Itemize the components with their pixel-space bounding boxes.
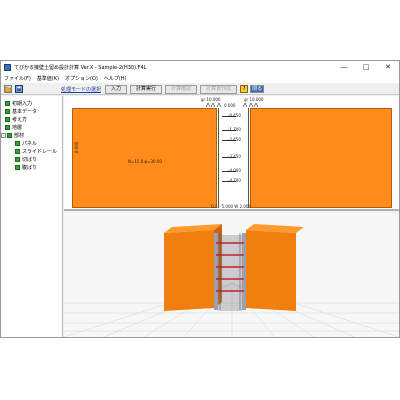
minimize-button[interactable]: — [333,61,355,73]
menu-options[interactable]: オプション(O) [65,75,98,82]
tree-item-label: 部材 [14,132,25,139]
tree-node-icon [7,132,12,138]
menu-bar: ファイル(F) 基準値(K) オプション(O) ヘルプ(H) [1,73,399,83]
tree-item-label: 切ばり [22,156,38,163]
tree-node-icon [15,148,20,154]
app-window: てびかる擁壁土留め設計計算 Ver.X - Sample-2(H30).F4L … [0,60,400,338]
navigation-tree: 初期入力 基本データ 考え方 地層 - 部材 パネル スライドレール 切ばり 腹… [1,96,63,337]
top-left-marker: gr 10.000 [201,97,221,102]
toolbar: 処理モードの選択 入力 計算実行 計算確認 計算書作成 ? 閉る [1,83,399,95]
tree-item-wale[interactable]: 腹ばり [1,163,62,171]
left-soil-block [72,108,217,208]
level-label: -2.450 [228,137,241,142]
tree-item-label: 腹ばり [22,164,38,171]
tree-item-slide-rail[interactable]: スライドレール [1,147,62,155]
3d-view[interactable] [64,213,399,337]
calc-confirm-button[interactable]: 計算確認 [165,84,198,94]
left-vertical-dimension: 8.000 [74,141,79,153]
tree-item-approach[interactable]: 考え方 [1,115,62,123]
app-icon [4,63,11,71]
tree-item-label: 初期入力 [12,100,33,107]
tree-node-icon [5,124,10,130]
menu-file[interactable]: ファイル(F) [4,75,31,82]
tree-node-icon [5,116,10,122]
title-bar[interactable]: てびかる擁壁土留め設計計算 Ver.X - Sample-2(H30).F4L … [1,61,399,73]
tree-node-icon [15,140,20,146]
level-label: -4.000 [228,168,241,173]
close-window-button[interactable]: ✕ [377,61,399,73]
level-label: -0.450 [228,113,241,118]
tree-item-label: パネル [22,140,38,147]
help-icon[interactable]: ? [240,85,249,93]
maximize-button[interactable]: □ [355,61,377,73]
window-title: てびかる擁壁土留め設計計算 Ver.X - Sample-2(H30).F4L [14,64,147,71]
level-label: -3.450 [228,154,241,159]
save-icon[interactable] [15,84,23,93]
right-soil-block [250,108,392,208]
trench-panels [214,233,246,311]
right-wall-line [248,108,249,208]
level-label: -4.700 [228,178,241,183]
tree-item-label: 地層 [12,124,23,131]
bottom-dimension-note: G.L. -5.000 W 2.000 [211,204,251,209]
close-mode-button[interactable]: 閉る [250,85,265,93]
tree-item-panel[interactable]: パネル [1,139,62,147]
tree-node-icon [15,164,20,170]
tree-item-initial-input[interactable]: 初期入力 [1,99,62,107]
left-wall-line [218,108,219,208]
open-file-icon[interactable] [4,84,12,93]
left-block-3d [164,224,222,311]
section-view[interactable]: gr 10.000 gr 10.000 0.000 8.000 N=15.0 φ… [64,96,399,211]
tree-node-icon [5,100,10,106]
top-right-marker: gr 10.000 [244,97,264,102]
tree-item-basic-data[interactable]: 基本データ [1,107,62,115]
collapse-icon[interactable]: - [1,132,6,138]
3d-scene [64,224,399,337]
menu-help[interactable]: ヘルプ(H) [104,75,127,82]
soil-parameter-note: N=15.0 φ=30.00 [128,159,162,164]
mode-select-label[interactable]: 処理モードの選択 [61,86,101,93]
input-button[interactable]: 入力 [105,84,128,94]
tree-item-label: 考え方 [12,116,28,123]
tree-node-icon [5,108,10,114]
tree-item-label: 基本データ [12,108,38,115]
tree-item-strata[interactable]: 地層 [1,123,62,131]
menu-standard[interactable]: 基準値(K) [37,75,59,82]
level-label: -1.700 [228,127,241,132]
tree-item-members[interactable]: - 部材 [1,131,62,139]
report-button[interactable]: 計算書作成 [200,84,238,94]
right-block-3d [246,224,304,311]
tree-node-icon [15,156,20,162]
tree-item-label: スライドレール [22,148,58,155]
calculate-button[interactable]: 計算実行 [130,84,163,94]
tree-item-strut[interactable]: 切ばり [1,155,62,163]
